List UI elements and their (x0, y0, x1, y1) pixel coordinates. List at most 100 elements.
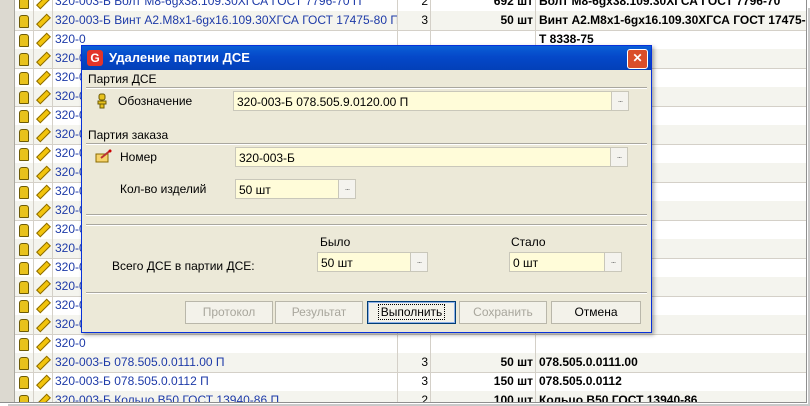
row-part-icon (15, 239, 34, 258)
row-qty (398, 334, 431, 353)
row-selector[interactable] (0, 220, 15, 239)
row-edit-pencil-icon[interactable] (34, 220, 53, 239)
result-button[interactable]: Результат (275, 301, 363, 324)
row-selector[interactable] (0, 201, 15, 220)
became-column-label: Стало (511, 235, 546, 249)
row-edit-pencil-icon[interactable] (34, 391, 53, 402)
row-edit-pencil-icon[interactable] (34, 125, 53, 144)
row-qty: 2 (398, 391, 431, 402)
row-selector[interactable] (0, 106, 15, 125)
row-description: Винт А2.М8х1-6gx16.109.30ХГСА ГОСТ 17475… (539, 13, 807, 27)
part-icon (97, 93, 107, 109)
designation-label: Обозначение (118, 94, 193, 108)
row-selector[interactable] (0, 11, 15, 30)
row-part-icon (15, 144, 34, 163)
row-selector[interactable] (0, 391, 15, 402)
row-selector[interactable] (0, 353, 15, 372)
designation-browse-button[interactable]: ... (611, 92, 628, 110)
execute-button[interactable]: Выполнить (367, 301, 456, 324)
row-selector[interactable] (0, 49, 15, 68)
row-selector[interactable] (0, 258, 15, 277)
row-selector[interactable] (0, 163, 15, 182)
dialog-titlebar[interactable]: G Удаление партии ДСЕ ✕ (82, 46, 651, 70)
row-edit-pencil-icon[interactable] (34, 87, 53, 106)
total-became-field[interactable]: 0 шт ... (509, 252, 622, 272)
row-selector[interactable] (0, 239, 15, 258)
row-edit-pencil-icon[interactable] (34, 144, 53, 163)
row-selector[interactable] (0, 372, 15, 391)
row-selector[interactable] (0, 144, 15, 163)
protocol-button[interactable]: Протокол (185, 301, 273, 324)
row-selector[interactable] (0, 182, 15, 201)
row-selector[interactable] (0, 0, 15, 11)
row-edit-pencil-icon[interactable] (34, 0, 53, 11)
row-edit-pencil-icon[interactable] (34, 315, 53, 334)
row-selector[interactable] (0, 68, 15, 87)
row-part-icon (15, 334, 34, 353)
row-edit-pencil-icon[interactable] (34, 372, 53, 391)
row-selector[interactable] (0, 277, 15, 296)
order-number-field[interactable]: 320-003-Б ... (235, 147, 628, 167)
row-name: 320-003-Б 078.505.0.0112 П (53, 372, 398, 391)
row-name: 320-0 (53, 334, 398, 353)
row-description: 078.505.0.0111.00 (539, 355, 638, 369)
row-part-icon (15, 68, 34, 87)
was-column-label: Было (320, 235, 351, 249)
row-qty: 3 (398, 372, 431, 391)
section-divider (86, 214, 647, 216)
table-row[interactable]: 320-003-Б 078.505.0.0112 П 3 150 шт 078.505… (0, 372, 806, 392)
row-description: 078.505.0.0112 (539, 374, 622, 388)
row-selector[interactable] (0, 315, 15, 334)
row-part-icon (15, 182, 34, 201)
row-qty: 3 (398, 353, 431, 372)
row-part-icon (15, 49, 34, 68)
row-edit-pencil-icon[interactable] (34, 201, 53, 220)
section-divider (86, 224, 647, 226)
designation-field[interactable]: 320-003-Б 078.505.9.0120.00 П ... (233, 91, 629, 111)
row-edit-pencil-icon[interactable] (34, 239, 53, 258)
row-selector[interactable] (0, 125, 15, 144)
row-qty: 2 (398, 0, 431, 11)
row-part-icon (15, 87, 34, 106)
row-selector[interactable] (0, 87, 15, 106)
row-edit-pencil-icon[interactable] (34, 258, 53, 277)
row-edit-pencil-icon[interactable] (34, 163, 53, 182)
table-row[interactable]: 320-003-Б Кольцо В50 ГОСТ 13940-86 П 2 100… (0, 391, 806, 403)
app-logo-icon: G (87, 50, 103, 66)
group-divider (86, 143, 647, 145)
row-edit-pencil-icon[interactable] (34, 277, 53, 296)
row-edit-pencil-icon[interactable] (34, 296, 53, 315)
items-count-field[interactable]: 50 шт ... (235, 179, 356, 199)
row-part-icon (15, 315, 34, 334)
table-row[interactable]: 320-003-Б Винт А2.М8х1-6gx16.109.30ХГСА … (0, 11, 806, 31)
row-edit-pencil-icon[interactable] (34, 49, 53, 68)
total-was-browse-button[interactable]: ... (410, 253, 427, 271)
row-edit-pencil-icon[interactable] (34, 11, 53, 30)
row-edit-pencil-icon[interactable] (34, 68, 53, 87)
items-count-browse-button[interactable]: ... (338, 180, 355, 198)
total-was-field[interactable]: 50 шт ... (317, 252, 428, 272)
save-button[interactable]: Сохранить (459, 301, 547, 324)
table-row[interactable]: 320-003-Б 078.505.0.0111.00 П 3 50 шт 078.5… (0, 353, 806, 373)
row-selector[interactable] (0, 296, 15, 315)
row-description (536, 334, 806, 353)
row-description: Кольцо В50 ГОСТ 13940-86 (539, 393, 698, 403)
total-dse-label: Всего ДСЕ в партии ДСЕ: (112, 259, 255, 273)
total-became-browse-button[interactable]: ... (604, 253, 621, 271)
close-button[interactable]: ✕ (627, 49, 648, 69)
table-row[interactable]: 320-0 (0, 334, 806, 354)
row-part-icon (15, 391, 34, 402)
row-edit-pencil-icon[interactable] (34, 182, 53, 201)
cancel-button[interactable]: Отмена (551, 301, 641, 324)
row-edit-pencil-icon[interactable] (34, 106, 53, 125)
row-edit-pencil-icon[interactable] (34, 353, 53, 372)
number-label: Номер (120, 150, 157, 164)
row-edit-pencil-icon[interactable] (34, 30, 53, 49)
row-part-icon (15, 0, 34, 11)
row-edit-pencil-icon[interactable] (34, 334, 53, 353)
order-number-browse-button[interactable]: ... (610, 148, 627, 166)
row-selector[interactable] (0, 334, 15, 353)
row-selector[interactable] (0, 30, 15, 49)
group-order-batch-label: Партия заказа (88, 128, 169, 142)
total-became-value: 0 шт (513, 256, 539, 270)
